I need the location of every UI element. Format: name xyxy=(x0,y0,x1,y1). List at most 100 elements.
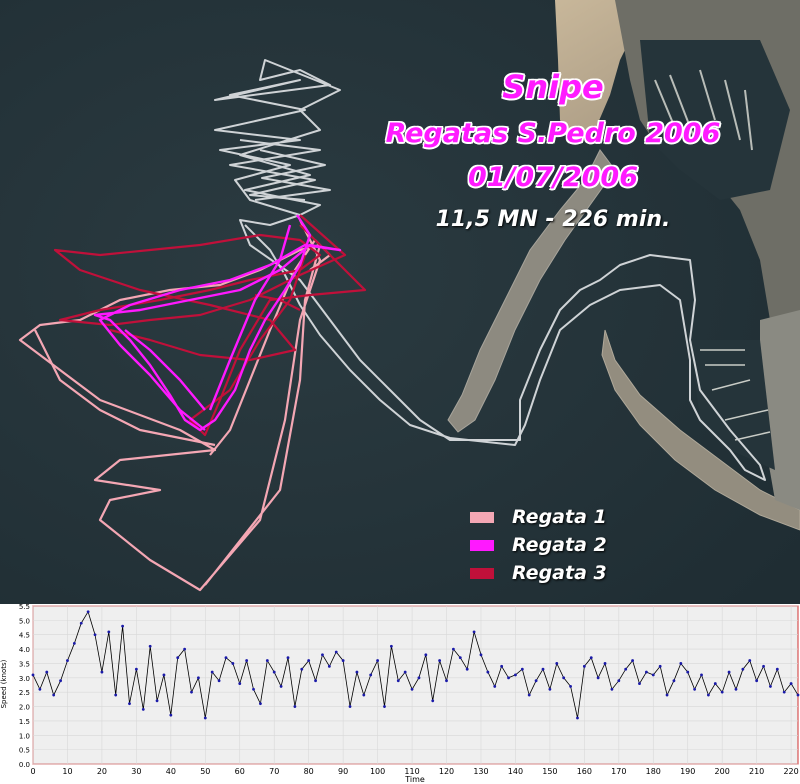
regatta-track-map[interactable]: Snipe Regatas S.Pedro 2006 01/07/2006 11… xyxy=(0,0,800,604)
speed-point xyxy=(169,713,173,717)
y-tick-label: 0.5 xyxy=(19,747,30,755)
speed-point xyxy=(362,693,366,697)
speed-point xyxy=(603,662,607,665)
speed-point xyxy=(782,690,786,694)
speed-point xyxy=(224,656,228,660)
speed-point xyxy=(272,670,276,674)
speed-point xyxy=(610,687,614,691)
speed-point xyxy=(507,676,510,680)
y-tick-label: 1.0 xyxy=(19,732,30,740)
speed-point xyxy=(155,699,159,703)
x-tick-label: 160 xyxy=(577,767,592,776)
y-tick-label: 4.5 xyxy=(19,632,30,640)
speed-point xyxy=(465,667,469,671)
x-tick-label: 0 xyxy=(30,767,35,776)
y-axis-label: Speed (knots) xyxy=(0,659,8,708)
speed-point xyxy=(452,647,455,651)
speed-point xyxy=(183,647,187,651)
speed-point xyxy=(38,687,42,691)
speed-point xyxy=(431,699,435,703)
speed-point xyxy=(582,664,586,668)
speed-point xyxy=(300,667,304,671)
speed-point xyxy=(555,662,559,665)
speed-point xyxy=(66,659,69,662)
speed-point xyxy=(445,679,448,683)
speed-point xyxy=(231,662,235,665)
x-tick-label: 210 xyxy=(749,767,764,776)
speed-point xyxy=(59,679,62,683)
speed-point xyxy=(417,676,421,680)
speed-point xyxy=(741,667,745,671)
speed-point xyxy=(617,679,621,683)
speed-point xyxy=(500,664,504,668)
speed-point xyxy=(658,664,662,668)
speed-point xyxy=(162,673,166,677)
speed-point xyxy=(121,624,124,628)
speed-point xyxy=(638,682,641,685)
speed-point xyxy=(520,667,524,671)
speed-point xyxy=(693,687,697,691)
legend-item-regata-2: Regata 2 xyxy=(470,531,607,559)
speed-point xyxy=(541,667,545,671)
speed-point xyxy=(672,679,676,683)
speed-point xyxy=(569,685,572,688)
legend: Regata 1 Regata 2 Regata 3 xyxy=(470,503,607,587)
speed-point xyxy=(762,664,765,668)
speed-point xyxy=(176,656,180,660)
speed-chart-svg: 0.0 0.5 1.0 1.5 2.0 2.5 3.0 3.5 4.0 4.5 5.0 5.5 0 10… xyxy=(0,604,800,784)
speed-point xyxy=(396,679,400,683)
speed-point xyxy=(644,670,648,674)
speed-point xyxy=(114,693,118,697)
speed-point xyxy=(369,673,373,677)
speed-point xyxy=(748,659,752,662)
speed-point xyxy=(686,670,690,674)
speed-point xyxy=(493,685,497,688)
x-tick-label: 120 xyxy=(439,767,454,776)
legend-swatch-regata-2 xyxy=(470,539,494,551)
x-tick-label: 60 xyxy=(235,767,245,776)
speed-chart[interactable]: 0.0 0.5 1.0 1.5 2.0 2.5 3.0 3.5 4.0 4.5 5.0 5.5 0 10… xyxy=(0,604,800,784)
speed-point xyxy=(458,656,462,660)
speed-point xyxy=(734,687,738,691)
x-axis-label: Time xyxy=(404,775,425,784)
y-tick-label: 3.0 xyxy=(19,675,30,683)
speed-point xyxy=(796,693,800,697)
speed-point xyxy=(210,670,214,674)
speed-point xyxy=(52,693,56,697)
satellite-map xyxy=(0,0,800,604)
speed-point xyxy=(265,659,269,662)
speed-point xyxy=(438,659,442,662)
speed-point xyxy=(514,673,517,677)
speed-point xyxy=(713,682,717,685)
x-tick-label: 100 xyxy=(370,767,385,776)
x-tick-label: 220 xyxy=(783,767,798,776)
speed-point xyxy=(755,679,759,683)
x-tick-label: 50 xyxy=(200,767,210,776)
speed-point xyxy=(775,667,779,671)
plot-area xyxy=(32,605,799,765)
x-tick-label: 40 xyxy=(166,767,176,776)
legend-item-regata-1: Regata 1 xyxy=(470,503,607,531)
speed-point xyxy=(341,659,345,662)
speed-point xyxy=(93,633,97,637)
speed-point xyxy=(217,679,221,683)
speed-point xyxy=(589,656,593,660)
y-tick-label: 5.5 xyxy=(19,604,30,611)
speed-point xyxy=(197,676,200,680)
speed-point xyxy=(376,659,379,662)
speed-point xyxy=(45,670,49,674)
speed-point xyxy=(665,693,669,697)
legend-swatch-regata-1 xyxy=(470,511,494,523)
speed-point xyxy=(100,670,104,674)
speed-point xyxy=(679,662,683,665)
speed-point xyxy=(141,708,145,711)
speed-point xyxy=(355,670,359,674)
x-tick-label: 80 xyxy=(304,767,314,776)
y-tick-label: 4.0 xyxy=(19,646,30,654)
speed-point xyxy=(410,687,414,691)
legend-swatch-regata-3 xyxy=(470,567,494,579)
y-tick-label: 2.5 xyxy=(19,689,30,697)
speed-point xyxy=(327,664,331,668)
speed-point xyxy=(245,659,249,662)
speed-point xyxy=(486,670,490,674)
